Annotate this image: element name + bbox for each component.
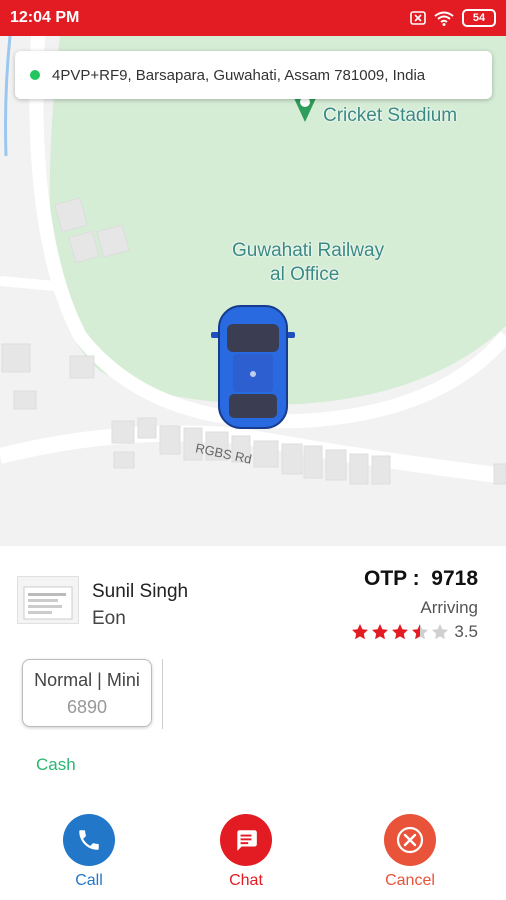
call-label: Call <box>75 872 103 889</box>
cancel-icon[interactable] <box>384 814 436 866</box>
pickup-address: 4PVP+RF9, Barsapara, Guwahati, Assam 781… <box>52 66 426 84</box>
otp-label: OTP : <box>363 567 420 590</box>
otp-value: 9718 <box>431 567 478 590</box>
star-icon <box>392 624 409 640</box>
driver-avatar <box>17 576 79 624</box>
service-name: Normal | Mini <box>34 670 140 690</box>
driver-name: Sunil Singh <box>92 581 189 602</box>
otp-display: OTP : 9718 <box>364 567 478 591</box>
chat-icon[interactable] <box>220 814 272 866</box>
status-bar: 12:04 PM 54 <box>0 0 506 36</box>
rating-stars <box>351 623 449 641</box>
map-label-office-line2: al Office <box>270 264 340 285</box>
vehicle-model: Eon <box>92 608 126 629</box>
star-icon <box>412 624 429 640</box>
rating-value: 3.5 <box>454 622 478 641</box>
map-view[interactable]: Cricket Stadium Guwahati Railway al Offi… <box>0 36 506 546</box>
payment-method: Cash <box>36 755 76 774</box>
cancel-label: Cancel <box>385 872 435 889</box>
status-time: 12:04 PM <box>10 9 80 26</box>
star-icon <box>432 624 449 640</box>
phone-icon[interactable] <box>63 814 115 866</box>
battery-icon: 54 <box>462 9 496 27</box>
star-icon <box>352 624 369 640</box>
cancel-button[interactable]: Cancel <box>370 814 450 890</box>
wifi-icon <box>434 11 454 26</box>
divider <box>162 659 163 729</box>
ride-status: Arriving <box>420 598 478 617</box>
ride-details-panel: Sunil Singh Eon OTP : 9718 Arriving 3.5 … <box>0 546 506 900</box>
location-dot-icon <box>30 70 40 80</box>
service-card[interactable]: Normal | Mini 6890 <box>22 659 152 727</box>
driver-rating: 3.5 <box>351 622 478 642</box>
pickup-address-bar[interactable]: 4PVP+RF9, Barsapara, Guwahati, Assam 781… <box>15 51 492 99</box>
sim-off-icon <box>410 11 426 25</box>
call-button[interactable]: Call <box>49 814 129 890</box>
service-price: 6890 <box>66 697 108 717</box>
status-icons: 54 <box>410 9 496 27</box>
map-label-office-line1: Guwahati Railway <box>232 240 385 261</box>
chat-button[interactable]: Chat <box>206 814 286 890</box>
star-icon <box>372 624 389 640</box>
chat-label: Chat <box>229 872 263 889</box>
map-label-stadium: Cricket Stadium <box>323 105 458 126</box>
